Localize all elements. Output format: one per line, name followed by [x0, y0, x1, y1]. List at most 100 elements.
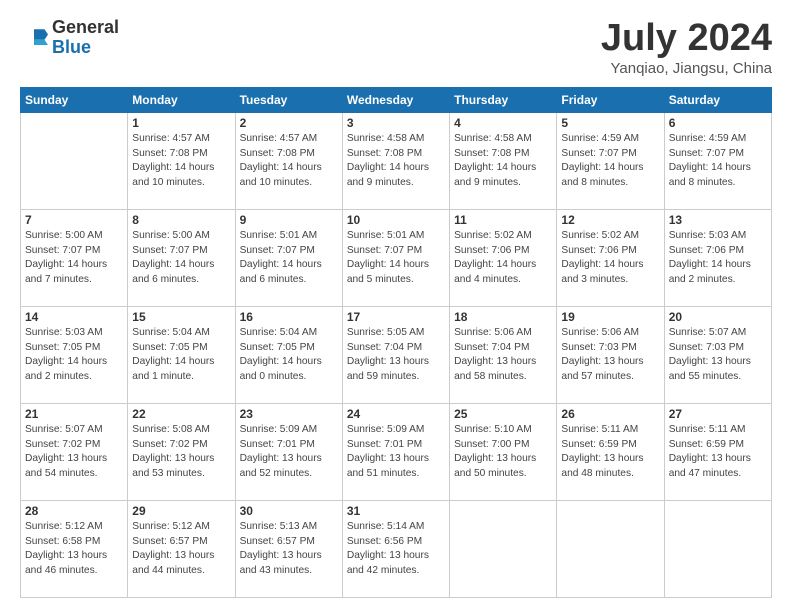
calendar-cell: 17 Sunrise: 5:05 AM Sunset: 7:04 PM Dayli…	[342, 306, 449, 403]
cell-date: 26	[561, 407, 659, 421]
cell-date: 20	[669, 310, 767, 324]
calendar-cell: 5Sunrise: 4:59 AM Sunset: 7:07 PM Daylig…	[557, 112, 664, 209]
calendar-cell: 27Sunrise: 5:11 AM Sunset: 6:59 PM Dayli…	[664, 403, 771, 500]
logo-blue-text: Blue	[52, 38, 119, 58]
title-block: July 2024 Yanqiao, Jiangsu, China	[601, 18, 772, 77]
calendar-cell: 1 Sunrise: 4:57 AM Sunset: 7:08 PM Daylig…	[128, 112, 235, 209]
cell-info: Sunrise: 5:12 AM Sunset: 6:57 PM Dayligh…	[132, 520, 230, 579]
cell-info: Sunrise: 5:06 AM Sunset: 7:03 PM Dayligh…	[561, 326, 659, 385]
cell-date: 8	[132, 213, 230, 227]
cell-date: 12	[561, 213, 659, 227]
week-row-5: 28Sunrise: 5:12 AM Sunset: 6:58 PM Dayli…	[21, 500, 772, 597]
cell-date: 19	[561, 310, 659, 324]
calendar-cell	[557, 500, 664, 597]
calendar-cell: 29 Sunrise: 5:12 AM Sunset: 6:57 PM Dayli…	[128, 500, 235, 597]
calendar-cell: 7Sunrise: 5:00 AM Sunset: 7:07 PM Daylig…	[21, 209, 128, 306]
cell-date: 21	[25, 407, 123, 421]
col-header-sunday: Sunday	[21, 87, 128, 112]
cell-info: Sunrise: 5:02 AM Sunset: 7:06 PM Dayligh…	[561, 229, 659, 288]
col-header-saturday: Saturday	[664, 87, 771, 112]
calendar-cell: 9 Sunrise: 5:01 AM Sunset: 7:07 PM Daylig…	[235, 209, 342, 306]
calendar-cell: 19 Sunrise: 5:06 AM Sunset: 7:03 PM Dayli…	[557, 306, 664, 403]
cell-date: 11	[454, 213, 552, 227]
cell-info: Sunrise: 4:59 AM Sunset: 7:07 PM Dayligh…	[669, 132, 767, 191]
calendar-cell: 8 Sunrise: 5:00 AM Sunset: 7:07 PM Daylig…	[128, 209, 235, 306]
cell-date: 14	[25, 310, 123, 324]
col-header-friday: Friday	[557, 87, 664, 112]
cell-date: 31	[347, 504, 445, 518]
cell-info: Sunrise: 4:58 AM Sunset: 7:08 PM Dayligh…	[454, 132, 552, 191]
col-header-tuesday: Tuesday	[235, 87, 342, 112]
calendar-cell: 31Sunrise: 5:14 AM Sunset: 6:56 PM Dayli…	[342, 500, 449, 597]
cell-date: 29	[132, 504, 230, 518]
calendar-table: SundayMondayTuesdayWednesdayThursdayFrid…	[20, 87, 772, 598]
calendar-cell: 25 Sunrise: 5:10 AM Sunset: 7:00 PM Dayli…	[450, 403, 557, 500]
month-title: July 2024	[601, 18, 772, 60]
cell-date: 6	[669, 116, 767, 130]
calendar-cell: 24 Sunrise: 5:09 AM Sunset: 7:01 PM Dayli…	[342, 403, 449, 500]
cell-date: 13	[669, 213, 767, 227]
calendar-cell: 6 Sunrise: 4:59 AM Sunset: 7:07 PM Daylig…	[664, 112, 771, 209]
calendar-cell: 10 Sunrise: 5:01 AM Sunset: 7:07 PM Dayli…	[342, 209, 449, 306]
calendar-header-row: SundayMondayTuesdayWednesdayThursdayFrid…	[21, 87, 772, 112]
calendar-cell: 15 Sunrise: 5:04 AM Sunset: 7:05 PM Dayli…	[128, 306, 235, 403]
calendar-cell: 28Sunrise: 5:12 AM Sunset: 6:58 PM Dayli…	[21, 500, 128, 597]
cell-info: Sunrise: 5:01 AM Sunset: 7:07 PM Dayligh…	[347, 229, 445, 288]
cell-info: Sunrise: 5:01 AM Sunset: 7:07 PM Dayligh…	[240, 229, 338, 288]
cell-date: 2	[240, 116, 338, 130]
calendar-cell: 2 Sunrise: 4:57 AM Sunset: 7:08 PM Daylig…	[235, 112, 342, 209]
cell-date: 30	[240, 504, 338, 518]
calendar-cell: 12 Sunrise: 5:02 AM Sunset: 7:06 PM Dayli…	[557, 209, 664, 306]
cell-info: Sunrise: 5:03 AM Sunset: 7:05 PM Dayligh…	[25, 326, 123, 385]
calendar-cell: 26 Sunrise: 5:11 AM Sunset: 6:59 PM Dayli…	[557, 403, 664, 500]
calendar-cell	[450, 500, 557, 597]
header: General Blue July 2024 Yanqiao, Jiangsu,…	[20, 18, 772, 77]
cell-date: 18	[454, 310, 552, 324]
week-row-4: 21 Sunrise: 5:07 AM Sunset: 7:02 PM Dayli…	[21, 403, 772, 500]
cell-date: 1	[132, 116, 230, 130]
cell-info: Sunrise: 5:08 AM Sunset: 7:02 PM Dayligh…	[132, 423, 230, 482]
cell-info: Sunrise: 5:00 AM Sunset: 7:07 PM Dayligh…	[25, 229, 123, 288]
cell-date: 9	[240, 213, 338, 227]
calendar-cell	[664, 500, 771, 597]
cell-info: Sunrise: 5:02 AM Sunset: 7:06 PM Dayligh…	[454, 229, 552, 288]
cell-info: Sunrise: 5:09 AM Sunset: 7:01 PM Dayligh…	[347, 423, 445, 482]
week-row-1: 1 Sunrise: 4:57 AM Sunset: 7:08 PM Daylig…	[21, 112, 772, 209]
calendar-cell: 3Sunrise: 4:58 AM Sunset: 7:08 PM Daylig…	[342, 112, 449, 209]
cell-date: 17	[347, 310, 445, 324]
location: Yanqiao, Jiangsu, China	[601, 60, 772, 77]
calendar-cell: 4 Sunrise: 4:58 AM Sunset: 7:08 PM Daylig…	[450, 112, 557, 209]
calendar-cell: 11 Sunrise: 5:02 AM Sunset: 7:06 PM Dayli…	[450, 209, 557, 306]
calendar-cell: 14 Sunrise: 5:03 AM Sunset: 7:05 PM Dayli…	[21, 306, 128, 403]
cell-date: 22	[132, 407, 230, 421]
calendar-cell: 21 Sunrise: 5:07 AM Sunset: 7:02 PM Dayli…	[21, 403, 128, 500]
col-header-thursday: Thursday	[450, 87, 557, 112]
cell-info: Sunrise: 5:06 AM Sunset: 7:04 PM Dayligh…	[454, 326, 552, 385]
cell-info: Sunrise: 5:00 AM Sunset: 7:07 PM Dayligh…	[132, 229, 230, 288]
cell-info: Sunrise: 5:04 AM Sunset: 7:05 PM Dayligh…	[132, 326, 230, 385]
calendar-cell	[21, 112, 128, 209]
cell-info: Sunrise: 4:57 AM Sunset: 7:08 PM Dayligh…	[240, 132, 338, 191]
calendar-cell: 18 Sunrise: 5:06 AM Sunset: 7:04 PM Dayli…	[450, 306, 557, 403]
cell-info: Sunrise: 5:13 AM Sunset: 6:57 PM Dayligh…	[240, 520, 338, 579]
cell-date: 24	[347, 407, 445, 421]
cell-date: 4	[454, 116, 552, 130]
cell-info: Sunrise: 5:11 AM Sunset: 6:59 PM Dayligh…	[669, 423, 767, 482]
cell-info: Sunrise: 5:10 AM Sunset: 7:00 PM Dayligh…	[454, 423, 552, 482]
cell-date: 25	[454, 407, 552, 421]
cell-date: 15	[132, 310, 230, 324]
col-header-monday: Monday	[128, 87, 235, 112]
cell-info: Sunrise: 5:12 AM Sunset: 6:58 PM Dayligh…	[25, 520, 123, 579]
calendar-cell: 22 Sunrise: 5:08 AM Sunset: 7:02 PM Dayli…	[128, 403, 235, 500]
cell-info: Sunrise: 5:07 AM Sunset: 7:02 PM Dayligh…	[25, 423, 123, 482]
calendar-cell: 13Sunrise: 5:03 AM Sunset: 7:06 PM Dayli…	[664, 209, 771, 306]
logo-general-text: General	[52, 18, 119, 38]
logo: General Blue	[20, 18, 119, 58]
cell-info: Sunrise: 5:05 AM Sunset: 7:04 PM Dayligh…	[347, 326, 445, 385]
calendar-cell: 20Sunrise: 5:07 AM Sunset: 7:03 PM Dayli…	[664, 306, 771, 403]
logo-icon	[20, 24, 48, 52]
cell-info: Sunrise: 5:11 AM Sunset: 6:59 PM Dayligh…	[561, 423, 659, 482]
cell-info: Sunrise: 4:57 AM Sunset: 7:08 PM Dayligh…	[132, 132, 230, 191]
cell-date: 10	[347, 213, 445, 227]
cell-date: 16	[240, 310, 338, 324]
